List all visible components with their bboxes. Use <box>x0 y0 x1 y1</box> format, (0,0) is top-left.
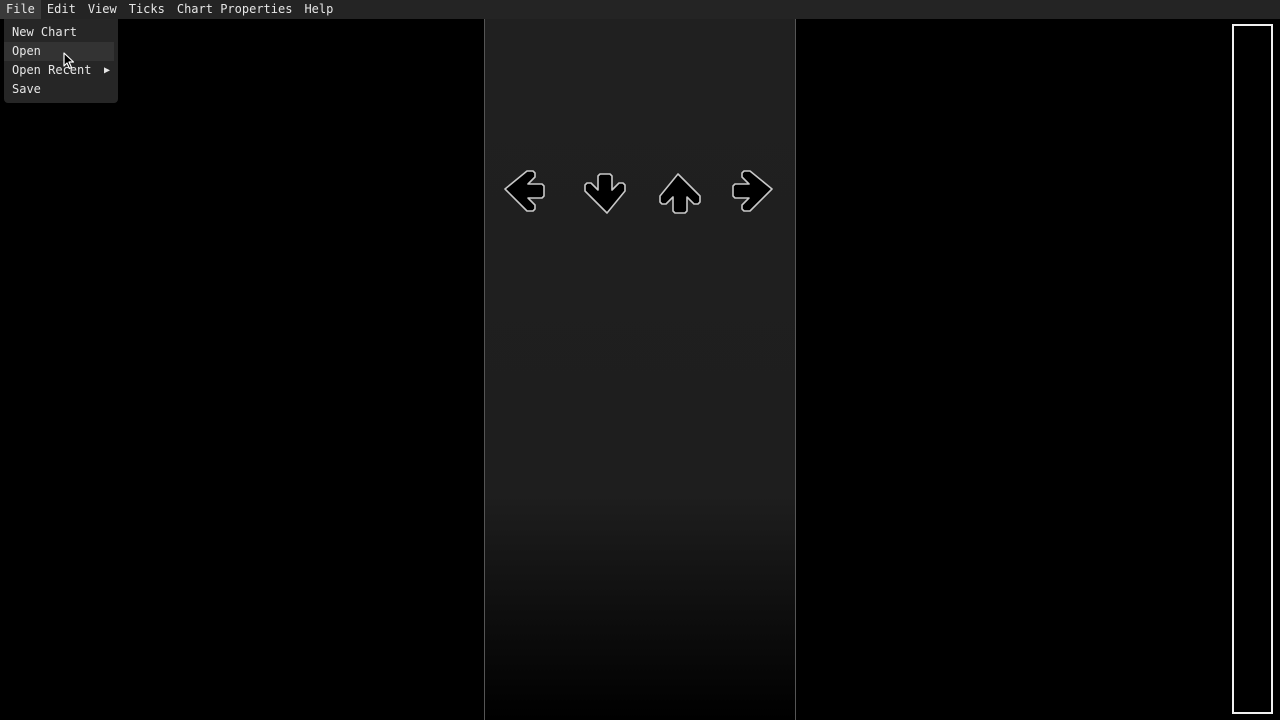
right-arrow-receptor-icon[interactable] <box>725 161 785 221</box>
menu-edit[interactable]: Edit <box>41 0 82 19</box>
menu-item-label: Open Recent <box>12 63 92 77</box>
mouse-cursor-icon <box>63 52 75 70</box>
left-arrow-receptor-icon[interactable] <box>500 161 560 221</box>
chart-scrollbar[interactable] <box>1232 24 1273 714</box>
menu-item-new-chart[interactable]: New Chart <box>4 23 114 42</box>
note-lane[interactable] <box>484 19 796 720</box>
menu-bar: File Edit View Ticks Chart Properties He… <box>0 0 1280 19</box>
menu-view[interactable]: View <box>82 0 123 19</box>
menu-help[interactable]: Help <box>298 0 339 19</box>
menu-item-save[interactable]: Save <box>4 80 114 99</box>
menu-item-open[interactable]: Open <box>4 42 114 61</box>
up-arrow-receptor-icon[interactable] <box>650 161 710 221</box>
menu-item-label: Save <box>12 82 41 96</box>
menu-item-label: New Chart <box>12 25 78 39</box>
menu-item-open-recent[interactable]: Open Recent ▶ <box>4 61 114 80</box>
menu-chart-properties[interactable]: Chart Properties <box>171 0 299 19</box>
file-menu-dropdown: New Chart Open Open Recent ▶ Save <box>4 19 118 103</box>
menu-file[interactable]: File <box>0 0 41 19</box>
submenu-arrow-icon: ▶ <box>103 65 110 76</box>
menu-ticks[interactable]: Ticks <box>123 0 171 19</box>
down-arrow-receptor-icon[interactable] <box>575 161 635 221</box>
menu-item-label: Open <box>12 44 41 58</box>
